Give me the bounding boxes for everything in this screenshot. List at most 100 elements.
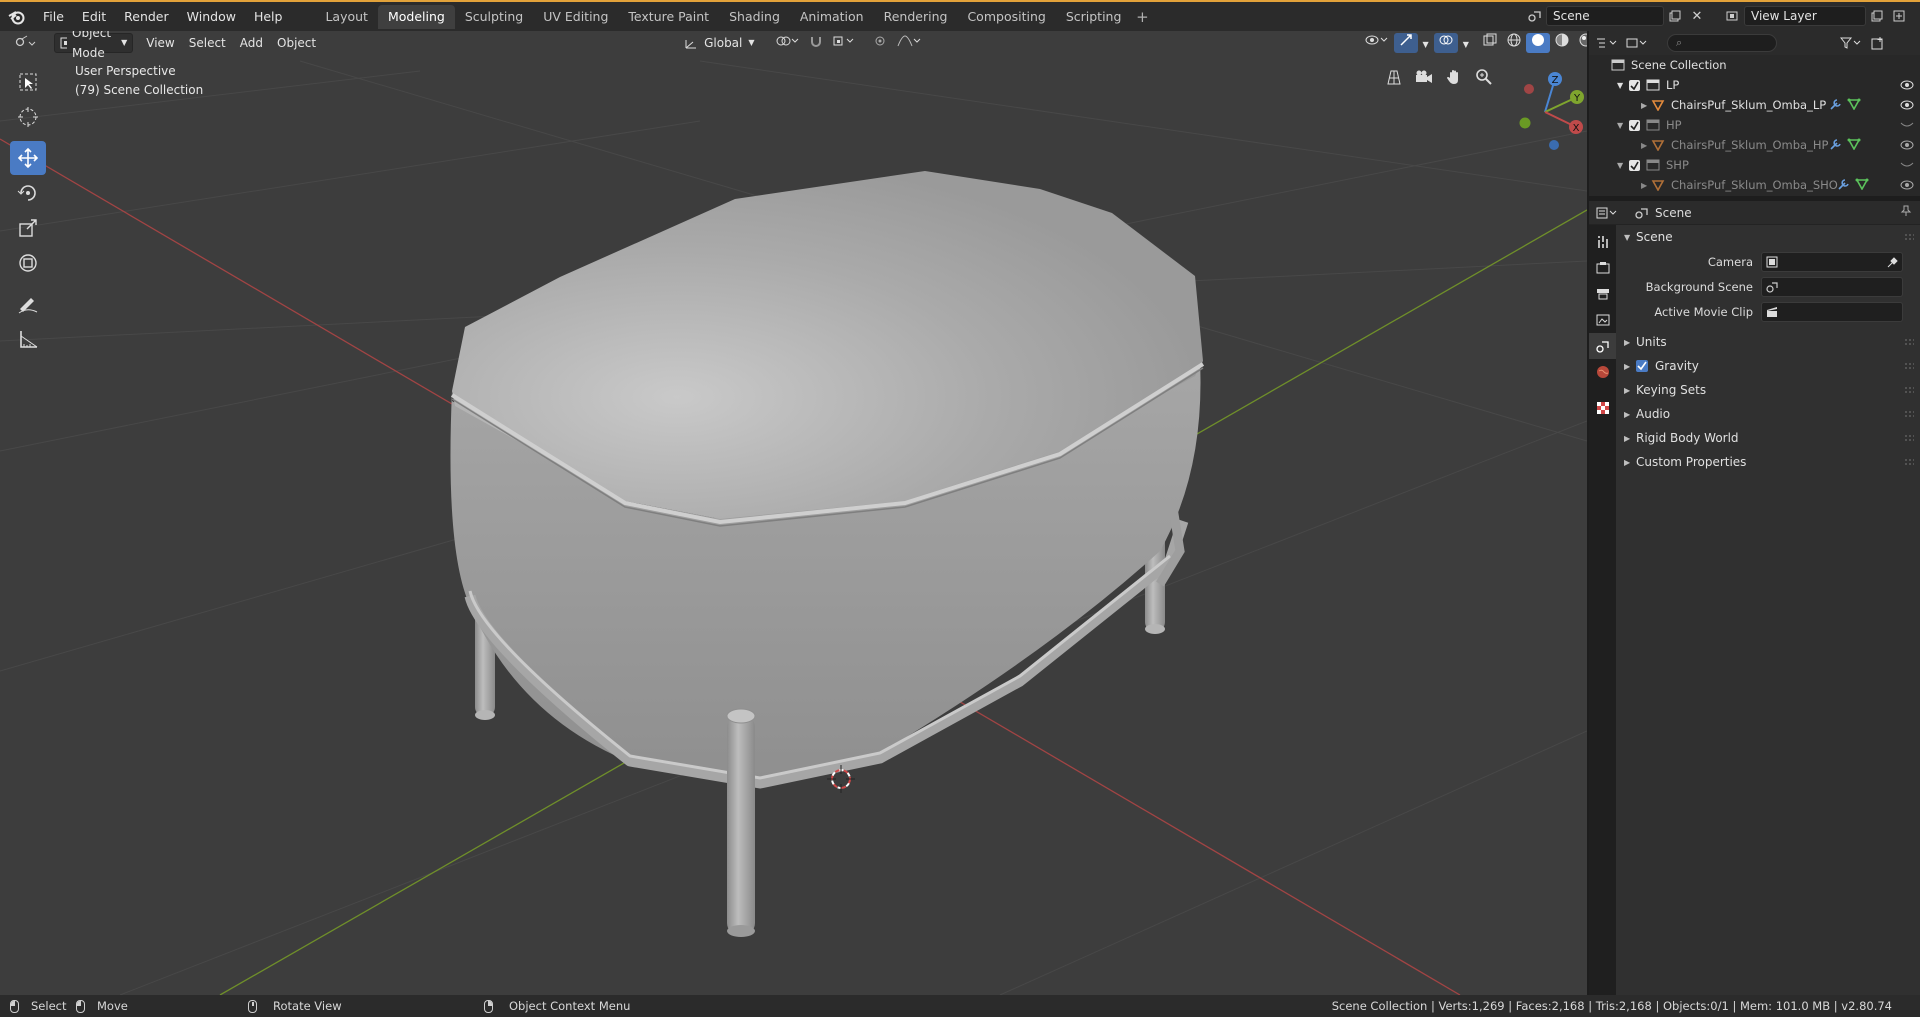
outliner-collection-lp[interactable]: ▼ LP [1589, 75, 1920, 95]
outliner-object-shp[interactable]: ▶ ChairsPuf_Sklum_Omba_SHO [1589, 175, 1920, 195]
menu-view[interactable]: View [141, 33, 179, 53]
tab-texture[interactable] [1589, 395, 1616, 421]
tab-output[interactable] [1589, 281, 1616, 307]
filter-icon[interactable] [1837, 33, 1867, 53]
move-tool[interactable] [10, 141, 46, 175]
rendered-shading-icon[interactable] [1574, 33, 1587, 53]
drag-handle-icon[interactable] [1904, 386, 1914, 394]
solid-shading-icon[interactable] [1525, 33, 1550, 53]
snap-target-icon[interactable] [828, 33, 862, 53]
pan-view-icon[interactable] [1442, 66, 1466, 88]
visibility-toggle-icon[interactable] [1360, 33, 1394, 53]
tab-layout[interactable]: Layout [315, 5, 378, 29]
background-scene-field[interactable] [1761, 276, 1903, 297]
annotate-tool[interactable] [10, 287, 46, 321]
delete-scene-icon[interactable]: ✕ [1686, 6, 1708, 26]
scale-tool[interactable] [10, 211, 46, 245]
gizmo-toggle-icon[interactable] [1393, 33, 1418, 53]
rotate-tool[interactable] [10, 176, 46, 210]
gizmo-dropdown-icon[interactable]: ▼ [1418, 33, 1434, 53]
view-layer-name-field[interactable]: View Layer [1744, 6, 1866, 26]
collection-checkbox[interactable] [1629, 79, 1640, 91]
menu-file[interactable]: File [34, 5, 73, 29]
eye-icon[interactable] [1900, 178, 1914, 192]
outliner-object-hp[interactable]: ▶ ChairsPuf_Sklum_Omba_HP [1589, 135, 1920, 155]
navigation-gizmo[interactable]: Z Y X [1500, 67, 1587, 157]
scene-panel-header[interactable]: ▼ Scene [1616, 225, 1920, 249]
proportional-edit-icon[interactable] [868, 33, 892, 53]
new-view-layer-icon[interactable] [1866, 6, 1888, 26]
collection-checkbox[interactable] [1629, 119, 1640, 131]
drag-handle-icon[interactable] [1904, 338, 1914, 346]
camera-view-icon[interactable] [1412, 66, 1436, 88]
eye-icon[interactable] [1900, 98, 1914, 112]
tab-world[interactable] [1589, 359, 1616, 385]
menu-add[interactable]: Add [235, 33, 268, 53]
grid-view-icon[interactable] [1382, 66, 1406, 88]
expand-arrow-icon[interactable]: ▼ [1617, 161, 1629, 170]
xray-toggle-icon[interactable] [1478, 33, 1502, 53]
measure-tool[interactable] [10, 322, 46, 356]
eyedropper-icon[interactable] [1886, 256, 1898, 268]
eye-icon[interactable] [1900, 138, 1914, 152]
display-mode-icon[interactable] [1623, 33, 1653, 53]
collection-checkbox[interactable] [1629, 159, 1640, 171]
gizmo-neg-x-icon[interactable] [1524, 84, 1534, 94]
gravity-checkbox[interactable] [1636, 360, 1648, 372]
eye-icon[interactable] [1900, 78, 1914, 92]
blender-logo-icon[interactable] [0, 2, 34, 31]
menu-window[interactable]: Window [178, 5, 245, 29]
menu-edit[interactable]: Edit [73, 5, 115, 29]
tab-compositing[interactable]: Compositing [957, 5, 1055, 29]
tab-scene[interactable] [1589, 333, 1616, 359]
new-collection-icon[interactable] [1867, 33, 1889, 53]
menu-select[interactable]: Select [184, 33, 231, 53]
mode-selector[interactable]: Object Mode ▼ [54, 31, 134, 60]
material-shading-icon[interactable] [1550, 33, 1574, 53]
outliner-collection-shp[interactable]: ▼ SHP [1589, 155, 1920, 175]
wireframe-shading-icon[interactable] [1502, 33, 1526, 53]
editor-type-icon[interactable] [10, 33, 42, 53]
menu-help[interactable]: Help [245, 5, 292, 29]
transform-tool[interactable] [10, 246, 46, 280]
custom-properties-panel-header[interactable]: ▶ Custom Properties [1616, 450, 1920, 474]
tab-texture-paint[interactable]: Texture Paint [618, 5, 719, 29]
audio-panel-header[interactable]: ▶ Audio [1616, 402, 1920, 426]
outliner-editor-type-icon[interactable] [1593, 33, 1623, 53]
tab-view-layer[interactable] [1589, 307, 1616, 333]
scene-name-field[interactable]: Scene [1546, 6, 1664, 26]
tab-render[interactable] [1589, 255, 1616, 281]
movie-clip-field[interactable] [1761, 301, 1903, 322]
drag-handle-icon[interactable] [1904, 410, 1914, 418]
mesh-data-icon[interactable] [1847, 98, 1861, 113]
rigid-body-panel-header[interactable]: ▶ Rigid Body World [1616, 426, 1920, 450]
menu-render[interactable]: Render [115, 5, 178, 29]
drag-handle-icon[interactable] [1904, 458, 1914, 466]
drag-handle-icon[interactable] [1904, 362, 1914, 370]
tab-shading[interactable]: Shading [719, 5, 790, 29]
menu-object[interactable]: Object [272, 33, 321, 53]
pin-icon[interactable] [1900, 205, 1912, 220]
snap-toggle-icon[interactable] [804, 33, 828, 53]
keying-sets-panel-header[interactable]: ▶ Keying Sets [1616, 378, 1920, 402]
viewport-canvas[interactable] [0, 31, 1587, 995]
drag-handle-icon[interactable] [1904, 233, 1914, 241]
tab-tool[interactable] [1589, 229, 1616, 255]
expand-arrow-icon[interactable]: ▼ [1617, 121, 1629, 130]
delete-view-layer-icon[interactable] [1888, 6, 1910, 26]
tab-uv-editing[interactable]: UV Editing [533, 5, 618, 29]
gravity-panel-header[interactable]: ▶ Gravity [1616, 354, 1920, 378]
outliner-search-input[interactable]: ⌕ [1667, 34, 1777, 52]
modifier-wrench-icon[interactable] [1837, 178, 1851, 193]
outliner-collection-hp[interactable]: ▼ HP [1589, 115, 1920, 135]
pivot-point-icon[interactable] [770, 33, 804, 53]
outliner-scene-collection[interactable]: Scene Collection [1589, 55, 1920, 75]
scene-icon[interactable] [1524, 6, 1546, 26]
eye-closed-icon[interactable] [1900, 118, 1914, 132]
mesh-data-icon[interactable] [1847, 138, 1861, 153]
mesh-data-icon[interactable] [1855, 178, 1869, 193]
view-layer-icon[interactable] [1722, 6, 1744, 26]
gizmo-neg-z-icon[interactable] [1549, 140, 1559, 150]
modifier-wrench-icon[interactable] [1829, 138, 1843, 153]
drag-handle-icon[interactable] [1904, 434, 1914, 442]
